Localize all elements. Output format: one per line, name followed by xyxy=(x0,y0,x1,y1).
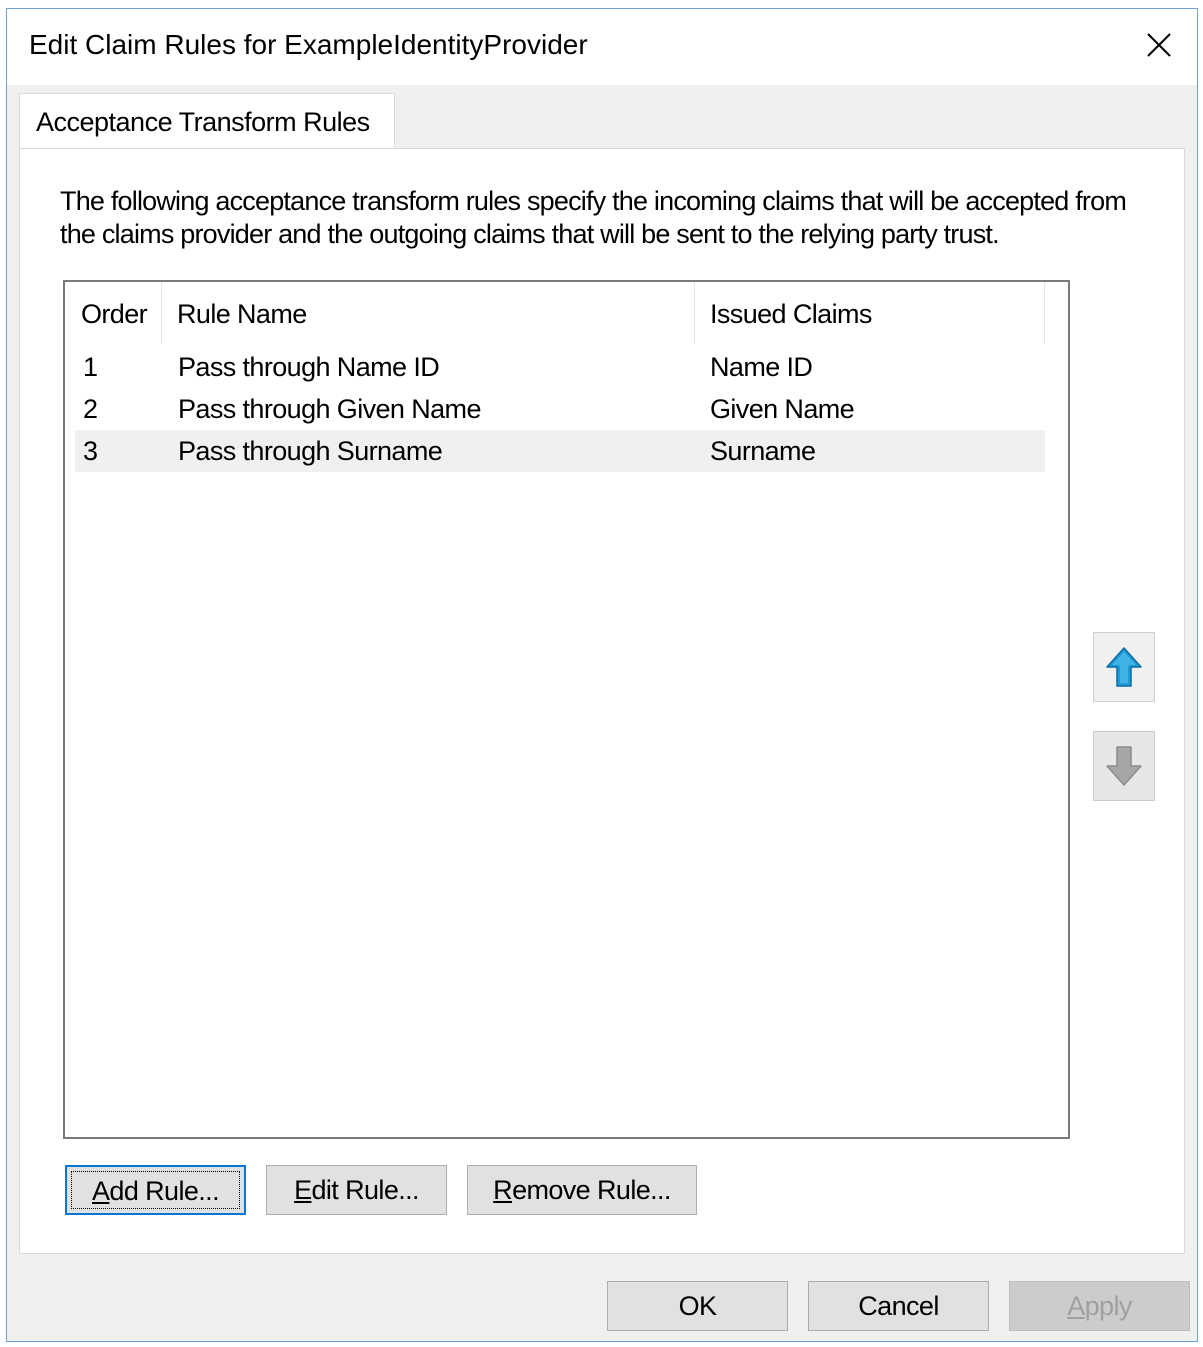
edit-rule-button[interactable]: Edit Rule... xyxy=(266,1165,447,1215)
column-header-issued-claims[interactable]: Issued Claims xyxy=(696,282,1044,346)
move-up-button[interactable] xyxy=(1093,632,1155,702)
arrow-down-icon xyxy=(1106,746,1142,786)
focus-rectangle xyxy=(71,1171,240,1209)
cell-rule-name: Pass through Given Name xyxy=(178,394,481,424)
table-row[interactable]: 1 Pass through Name ID Name ID xyxy=(75,346,1045,388)
column-header-rule-name[interactable]: Rule Name xyxy=(163,282,695,346)
title-bar: Edit Claim Rules for ExampleIdentityProv… xyxy=(7,9,1197,85)
remove-rule-button[interactable]: Remove Rule... xyxy=(467,1165,697,1215)
remove-rule-label: emove Rule... xyxy=(512,1175,671,1205)
edit-rule-mnemonic: E xyxy=(294,1175,312,1205)
cell-rule-name: Pass through Surname xyxy=(178,436,443,466)
ok-button[interactable]: OK xyxy=(607,1281,788,1331)
cancel-button[interactable]: Cancel xyxy=(808,1281,989,1331)
move-down-button[interactable] xyxy=(1093,731,1155,801)
tab-acceptance-transform-rules[interactable]: Acceptance Transform Rules xyxy=(19,93,395,149)
dialog-window: Edit Claim Rules for ExampleIdentityProv… xyxy=(6,8,1198,1342)
cell-issued-claims: Name ID xyxy=(710,352,813,382)
description-text: The following acceptance transform rules… xyxy=(60,186,1127,249)
table-row[interactable]: 2 Pass through Given Name Given Name xyxy=(75,388,1045,430)
tab-panel: The following acceptance transform rules… xyxy=(19,148,1185,1254)
apply-mnemonic: A xyxy=(1067,1291,1085,1321)
remove-rule-mnemonic: R xyxy=(493,1175,513,1205)
column-separator[interactable] xyxy=(161,282,162,344)
cell-issued-claims: Given Name xyxy=(710,394,855,424)
rules-list-header: Order Rule Name Issued Claims xyxy=(65,282,1045,346)
column-separator[interactable] xyxy=(694,282,695,344)
rules-list[interactable]: Order Rule Name Issued Claims 1 Pass thr… xyxy=(63,280,1070,1139)
column-separator[interactable] xyxy=(1044,282,1045,344)
close-icon xyxy=(1147,33,1171,57)
cell-order: 3 xyxy=(83,436,98,466)
cell-order: 1 xyxy=(83,352,98,382)
close-button[interactable] xyxy=(1139,25,1179,65)
window-title: Edit Claim Rules for ExampleIdentityProv… xyxy=(29,29,588,60)
edit-rule-label: dit Rule... xyxy=(311,1175,419,1205)
apply-button[interactable]: Apply xyxy=(1009,1281,1190,1331)
apply-label: pply xyxy=(1084,1291,1133,1321)
table-row-selected[interactable]: 3 Pass through Surname Surname xyxy=(75,430,1045,472)
cell-order: 2 xyxy=(83,394,98,424)
cell-issued-claims: Surname xyxy=(710,436,816,466)
add-rule-button[interactable]: Add Rule... xyxy=(65,1165,246,1215)
column-header-order[interactable]: Order xyxy=(67,282,163,346)
arrow-up-icon xyxy=(1106,647,1142,687)
cell-rule-name: Pass through Name ID xyxy=(178,352,440,382)
